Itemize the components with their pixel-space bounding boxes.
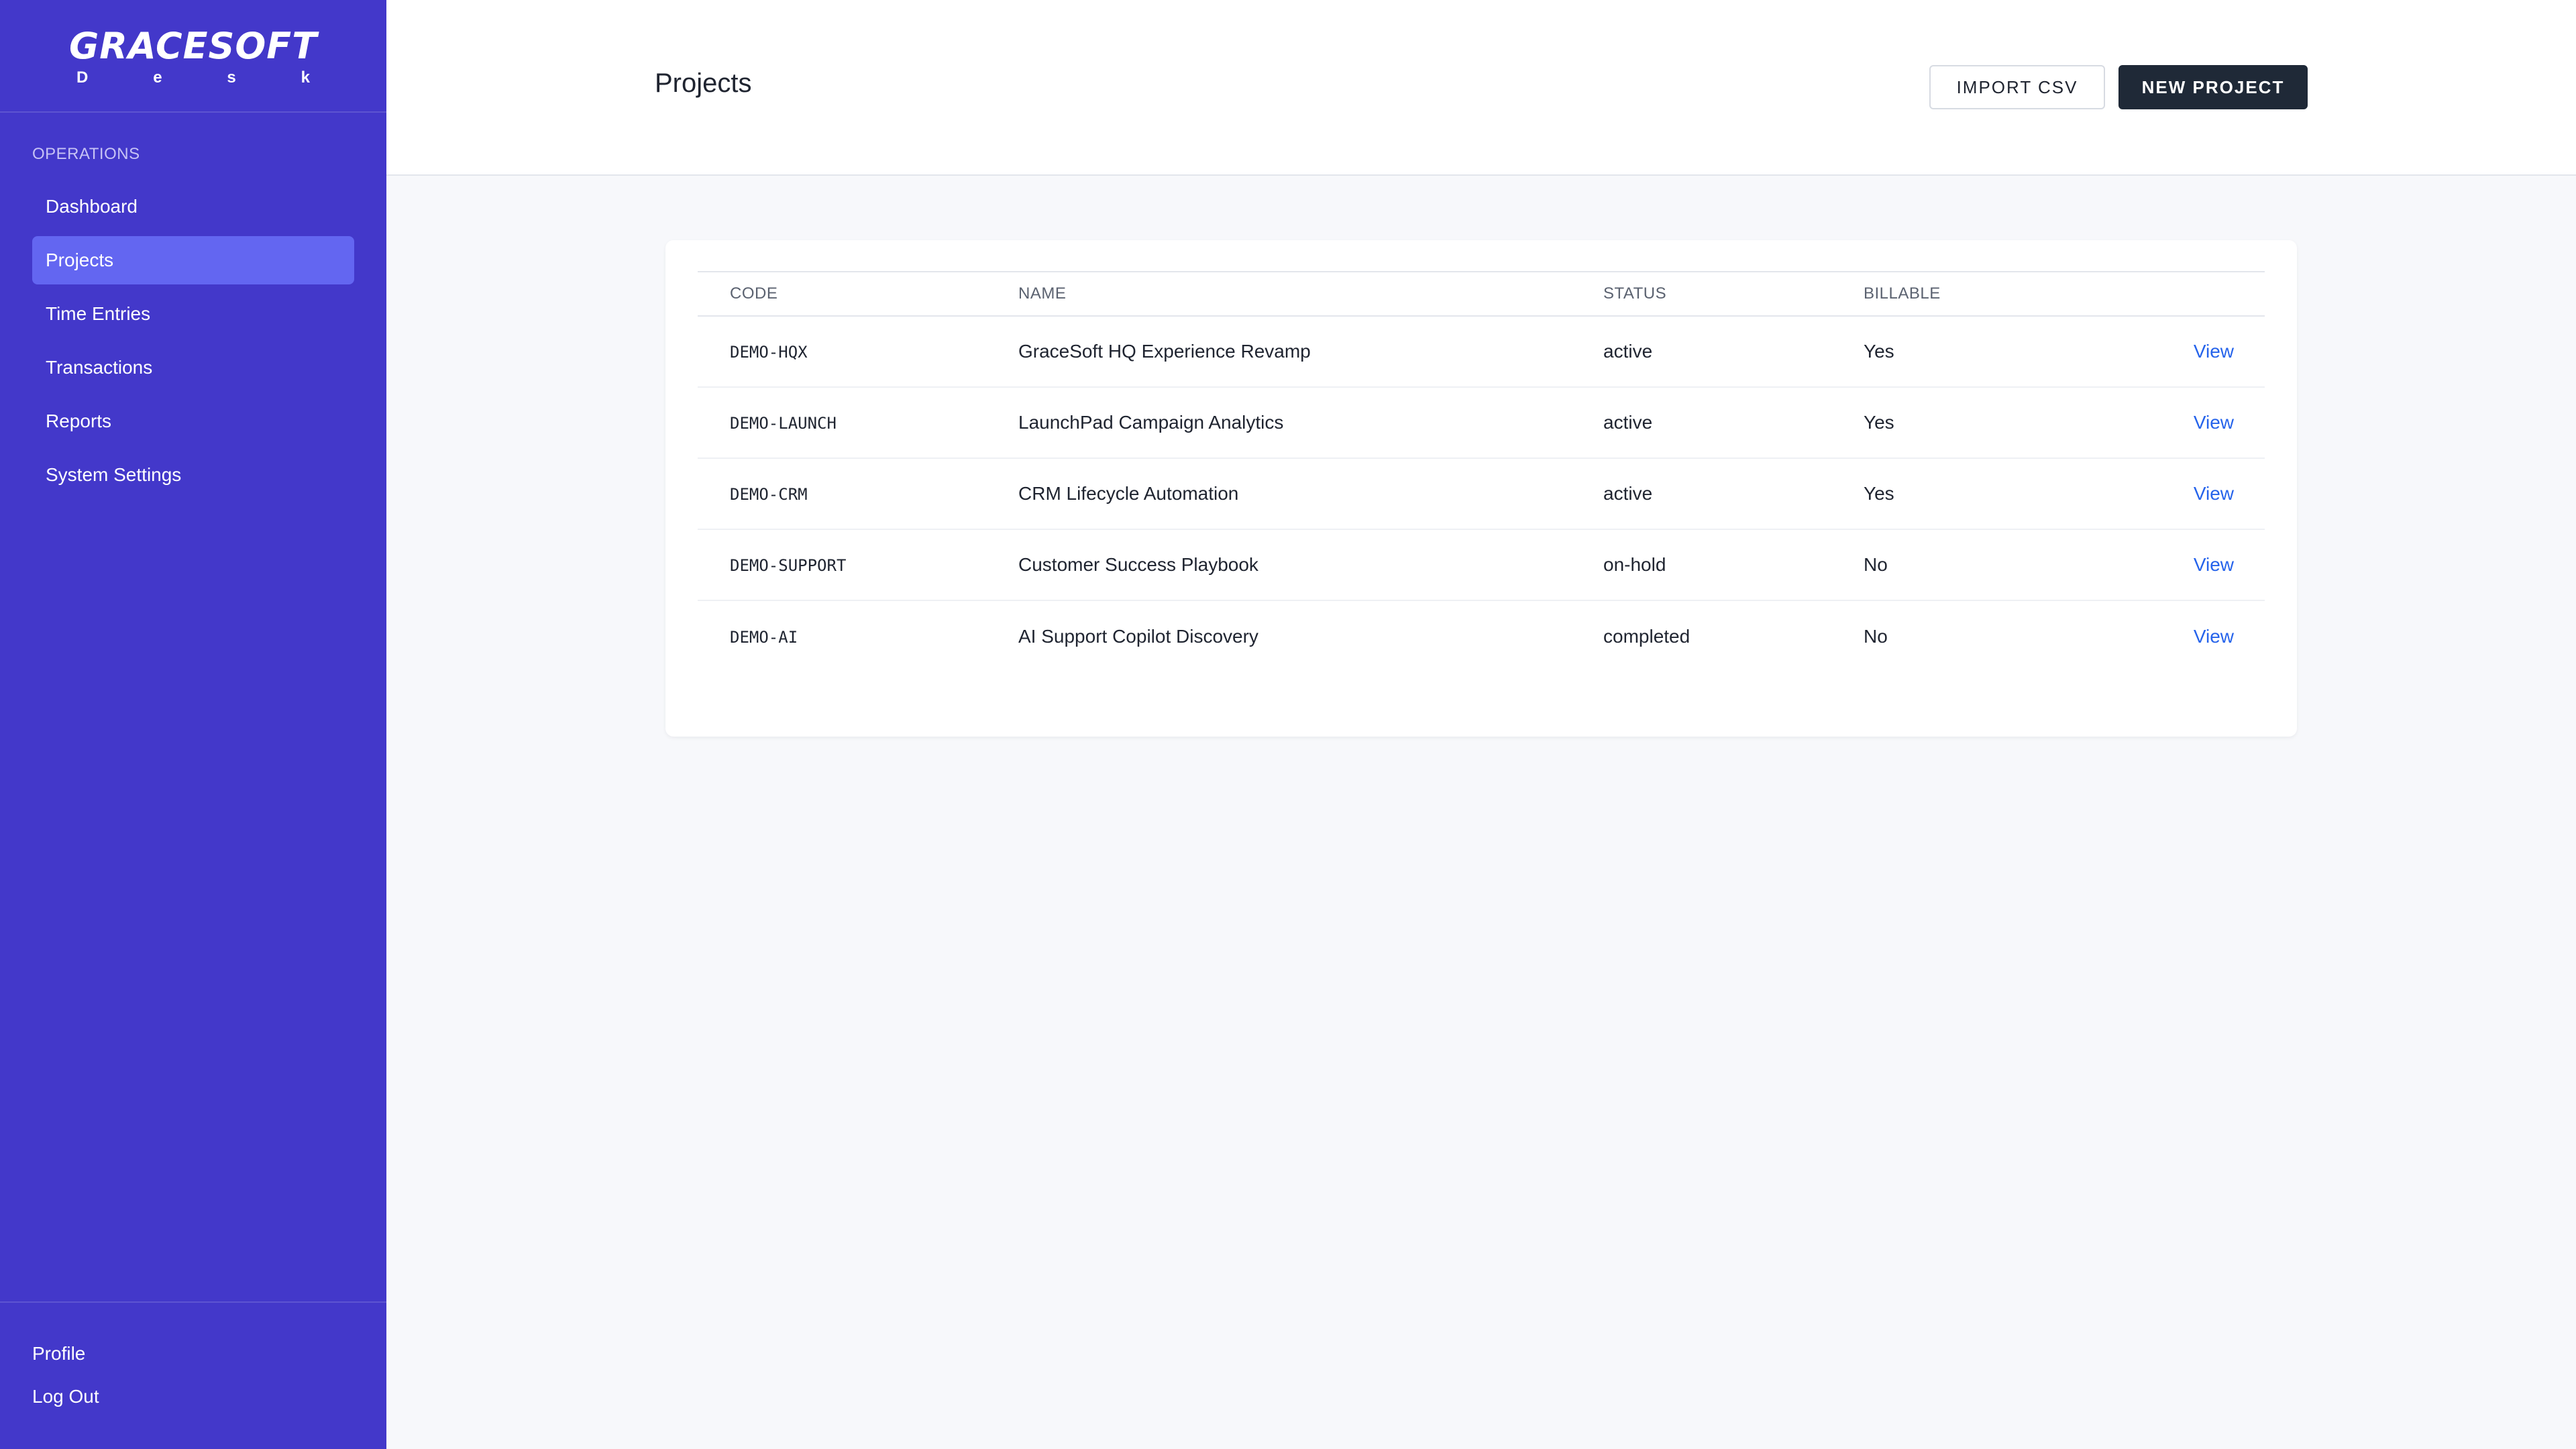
cell-code: DEMO-SUPPORT (698, 529, 1018, 601)
profile-link[interactable]: Profile (32, 1332, 354, 1375)
view-link[interactable]: View (2194, 412, 2234, 433)
table-row: DEMO-LAUNCH LaunchPad Campaign Analytics… (698, 387, 2265, 459)
cell-name: CRM Lifecycle Automation (1018, 458, 1603, 530)
new-project-button[interactable]: NEW PROJECT (2118, 65, 2308, 109)
cell-billable: Yes (1864, 316, 2065, 388)
cell-action: View (2065, 600, 2265, 672)
cell-billable: Yes (1864, 458, 2065, 530)
cell-code: DEMO-HQX (698, 316, 1018, 388)
view-link[interactable]: View (2194, 554, 2234, 575)
table-header-row: CODE NAME STATUS BILLABLE (698, 272, 2265, 316)
project-code: DEMO-AI (730, 627, 798, 647)
cell-name: LaunchPad Campaign Analytics (1018, 387, 1603, 459)
brand-sub-letter: D (76, 68, 89, 87)
sidebar-item-time-entries[interactable]: Time Entries (32, 290, 354, 338)
table-row: DEMO-AI AI Support Copilot Discovery com… (698, 600, 2265, 672)
cell-status: completed (1603, 625, 1690, 647)
sidebar-item-reports[interactable]: Reports (32, 397, 354, 445)
cell-code: DEMO-LAUNCH (698, 387, 1018, 459)
brand-logo[interactable]: GRACESOFT D e s k (0, 0, 386, 113)
project-code: DEMO-SUPPORT (730, 556, 847, 575)
cell-name: Customer Success Playbook (1018, 529, 1603, 601)
page-header: Projects IMPORT CSV NEW PROJECT (386, 0, 2576, 176)
sidebar-item-transactions[interactable]: Transactions (32, 343, 354, 392)
cell-name: GraceSoft HQ Experience Revamp (1018, 316, 1603, 388)
view-link[interactable]: View (2194, 483, 2234, 504)
brand-sub-letter: k (301, 68, 310, 87)
cell-code: DEMO-AI (698, 600, 1018, 672)
cell-status: active (1603, 458, 1864, 530)
column-header-code: CODE (730, 284, 778, 303)
brand-subtitle: D e s k (72, 70, 314, 86)
table-row: DEMO-SUPPORT Customer Success Playbook o… (698, 529, 2265, 601)
project-code: DEMO-HQX (730, 343, 808, 362)
page-title: Projects (655, 68, 752, 98)
cell-billable: Yes (1864, 387, 2065, 459)
logout-link[interactable]: Log Out (32, 1375, 354, 1418)
sidebar-nav: OPERATIONS Dashboard Projects Time Entri… (0, 113, 386, 1301)
brand-name: GRACESOFT (68, 25, 318, 67)
cell-action: View (2065, 458, 2265, 530)
table-row: DEMO-HQX GraceSoft HQ Experience Revamp … (698, 316, 2265, 388)
sidebar-footer: Profile Log Out (0, 1301, 386, 1449)
column-header-name: NAME (1018, 284, 1067, 303)
sidebar: GRACESOFT D e s k OPERATIONS Dashboard P… (0, 0, 386, 1449)
column-header-billable: BILLABLE (1864, 284, 1941, 303)
main-area: Projects IMPORT CSV NEW PROJECT CODE NAM… (386, 0, 2576, 1449)
projects-card: CODE NAME STATUS BILLABLE DEMO-HQX Grace… (665, 240, 2297, 737)
cell-status: on-hold (1603, 529, 1864, 601)
brand-sub-letter: e (153, 68, 162, 87)
cell-name: AI Support Copilot Discovery (1018, 625, 1258, 647)
nav-section-heading: OPERATIONS (32, 145, 140, 163)
cell-status: active (1603, 316, 1864, 388)
column-header-action (2065, 272, 2265, 316)
sidebar-item-projects[interactable]: Projects (32, 236, 354, 284)
project-code: DEMO-CRM (730, 485, 808, 504)
view-link[interactable]: View (2194, 626, 2234, 647)
sidebar-item-dashboard[interactable]: Dashboard (32, 182, 354, 231)
cell-billable: No (1864, 529, 2065, 601)
import-csv-button[interactable]: IMPORT CSV (1929, 65, 2105, 109)
content-area: CODE NAME STATUS BILLABLE DEMO-HQX Grace… (386, 176, 2576, 1449)
table-row: DEMO-CRM CRM Lifecycle Automation active… (698, 458, 2265, 530)
cell-code: DEMO-CRM (698, 458, 1018, 530)
brand-sub-letter: s (227, 68, 236, 87)
project-code: DEMO-LAUNCH (730, 414, 837, 433)
cell-billable: No (1864, 625, 1888, 647)
cell-action: View (2065, 316, 2265, 388)
cell-status: active (1603, 387, 1864, 459)
column-header-status: STATUS (1603, 284, 1667, 303)
sidebar-item-system-settings[interactable]: System Settings (32, 451, 354, 499)
header-actions: IMPORT CSV NEW PROJECT (1929, 65, 2308, 109)
projects-table: CODE NAME STATUS BILLABLE DEMO-HQX Grace… (698, 271, 2265, 672)
view-link[interactable]: View (2194, 341, 2234, 362)
cell-action: View (2065, 387, 2265, 459)
cell-action: View (2065, 529, 2265, 601)
